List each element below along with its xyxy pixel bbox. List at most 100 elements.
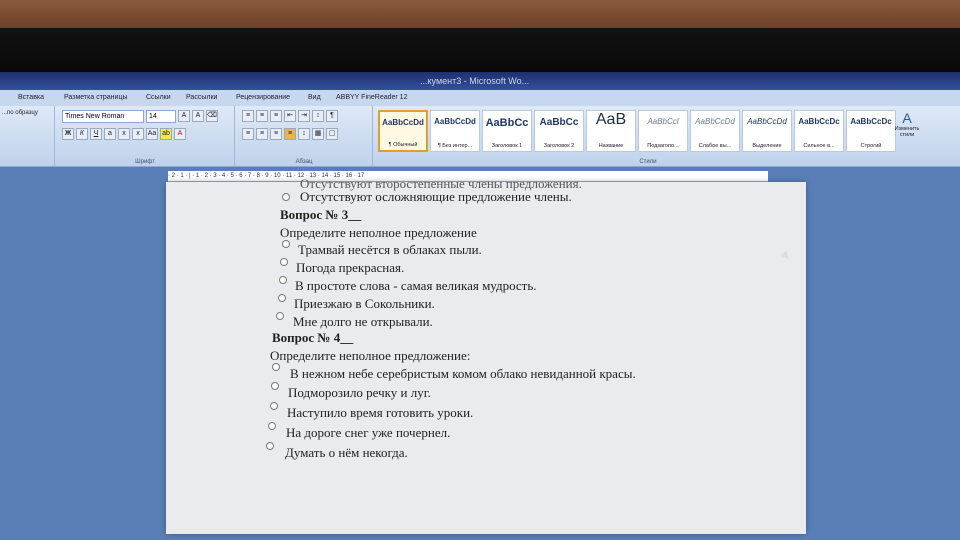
ribbon-tabs: Вставка Разметка страницы Ссылки Рассылк…	[0, 90, 960, 106]
change-styles-icon: A	[902, 110, 912, 126]
radio-button[interactable]	[279, 276, 287, 284]
style-label: Название	[598, 143, 624, 149]
paragraph-group: ≡ ≡ ≡ ⇤ ⇥ ↕ ¶ ≡ ≡ ≡ ≡ ↕ ▦ ▢ Абзац	[236, 106, 373, 166]
clear-format-icon[interactable]: ⌫	[206, 110, 218, 122]
show-marks-icon[interactable]: ¶	[326, 110, 338, 122]
option-text: В нежном небе серебристым комом облако н…	[290, 366, 636, 381]
option-text: Подморозило речку и луг.	[288, 385, 431, 400]
underline-icon[interactable]: Ч	[90, 128, 102, 140]
window-title: ...кумент3 - Microsoft Wo...	[420, 76, 530, 86]
align-left-icon[interactable]: ≡	[242, 128, 254, 140]
radio-button[interactable]	[280, 258, 288, 266]
ribbon: ...по образцу Times New Roman 14 A A ⌫ Ж…	[0, 106, 960, 167]
font-color-icon[interactable]: A	[174, 128, 186, 140]
styles-gallery: AaBbCcDd ¶ Обычный AaBbCcDd ¶ Без интер.…	[378, 110, 896, 152]
style-sample: AaBbCc	[539, 117, 579, 128]
style-sample: AaBbCcDd	[747, 117, 787, 126]
superscript-icon[interactable]: x	[132, 128, 144, 140]
tab-view[interactable]: Вид	[308, 90, 321, 106]
option-text: На дороге снег уже почернел.	[286, 425, 451, 440]
style-sample: AaBbCc	[485, 117, 529, 129]
radio-button[interactable]	[282, 193, 290, 201]
style-strong[interactable]: AaBbCcDc Строгий	[846, 110, 896, 152]
numbering-icon[interactable]: ≡	[256, 110, 268, 122]
radio-button[interactable]	[282, 240, 290, 248]
style-heading-1[interactable]: AaBbCc Заголовок 1	[482, 110, 532, 152]
option-text: В простоте слова - самая великая мудрост…	[295, 278, 537, 293]
tab-page-layout[interactable]: Разметка страницы	[64, 90, 128, 106]
tab-abbyy[interactable]: ABBYY FineReader 12	[336, 90, 407, 106]
subscript-icon[interactable]: x	[118, 128, 130, 140]
option-text: Приезжаю в Сокольники.	[294, 296, 435, 311]
title-bar: ...кумент3 - Microsoft Wo...	[0, 72, 960, 90]
format-painter-button[interactable]: ...по образцу	[2, 110, 38, 116]
style-sample: AaBbCcDc	[850, 117, 892, 126]
highlight-icon[interactable]: ab	[160, 128, 172, 140]
increase-indent-icon[interactable]: ⇥	[298, 110, 310, 122]
font-group-caption: Шрифт	[135, 159, 155, 165]
style-intense-emphasis[interactable]: AaBbCcDc Сильное в...	[794, 110, 844, 152]
shading-icon[interactable]: ▦	[312, 128, 324, 140]
borders-icon[interactable]: ▢	[326, 128, 338, 140]
style-normal[interactable]: AaBbCcDd ¶ Обычный	[378, 110, 428, 152]
tab-review[interactable]: Рецензирование	[236, 90, 290, 106]
style-label: ¶ Обычный	[388, 142, 418, 148]
style-label: Строгий	[860, 143, 882, 149]
option-text: Трамвай несётся в облаках пыли.	[298, 242, 482, 257]
strikethrough-icon[interactable]: a	[104, 128, 116, 140]
bold-icon[interactable]: Ж	[62, 128, 74, 140]
radio-button[interactable]	[272, 363, 280, 371]
shrink-font-icon[interactable]: A	[192, 110, 204, 122]
style-subtle-emphasis[interactable]: AaBbCcDd Слабое вы...	[690, 110, 740, 152]
line-spacing-icon[interactable]: ↕	[298, 128, 310, 140]
bullets-icon[interactable]: ≡	[242, 110, 254, 122]
option-text: Погода прекрасная.	[296, 260, 405, 275]
align-right-icon[interactable]: ≡	[270, 128, 282, 140]
style-title[interactable]: AaB Название	[586, 110, 636, 152]
tab-insert[interactable]: Вставка	[18, 90, 44, 106]
style-label: Заголовок 2	[543, 143, 575, 149]
justify-icon[interactable]: ≡	[284, 128, 296, 140]
style-heading-2[interactable]: AaBbCc Заголовок 2	[534, 110, 584, 152]
italic-icon[interactable]: К	[76, 128, 88, 140]
question-3-prompt: Определите неполное предложение	[280, 225, 477, 240]
decrease-indent-icon[interactable]: ⇤	[284, 110, 296, 122]
background-wall	[0, 0, 960, 30]
screen: ...кумент3 - Microsoft Wo... Вставка Раз…	[0, 72, 960, 540]
question-3-title: Вопрос № 3__	[280, 207, 362, 222]
change-styles-button[interactable]: A Изменить стили	[890, 110, 924, 158]
tab-mailings[interactable]: Рассылки	[186, 90, 217, 106]
style-sample: AaBbCcDd	[695, 117, 735, 126]
radio-button[interactable]	[268, 422, 276, 430]
paragraph-group-caption: Абзац	[295, 159, 313, 165]
question-4-title: Вопрос № 4__	[272, 330, 354, 345]
font-name-select[interactable]: Times New Roman	[62, 110, 144, 123]
style-emphasis[interactable]: AaBbCcDd Выделение	[742, 110, 792, 152]
grow-font-icon[interactable]: A	[178, 110, 190, 122]
radio-button[interactable]	[266, 442, 274, 450]
style-no-spacing[interactable]: AaBbCcDd ¶ Без интер...	[430, 110, 480, 152]
radio-button[interactable]	[278, 294, 286, 302]
style-label: Слабое вы...	[698, 143, 732, 149]
font-group: Times New Roman 14 A A ⌫ Ж К Ч a x x Aa …	[56, 106, 235, 166]
style-label: Заголовок 1	[491, 143, 523, 149]
style-subtitle[interactable]: AaBbCcl Подзаголо...	[638, 110, 688, 152]
change-case-icon[interactable]: Aa	[146, 128, 158, 140]
clipboard-group: ...по образцу	[0, 106, 55, 166]
change-styles-label: Изменить стили	[894, 126, 920, 138]
style-sample: AaBbCcl	[647, 117, 679, 126]
radio-button[interactable]	[276, 312, 284, 320]
sort-icon[interactable]: ↕	[312, 110, 324, 122]
option-text: Мне долго не открывали.	[293, 314, 433, 329]
style-sample: AaBbCcDd	[434, 117, 476, 126]
option-text: Думать о нём некогда.	[285, 445, 408, 460]
style-label: ¶ Без интер...	[437, 143, 473, 149]
radio-button[interactable]	[271, 382, 279, 390]
document-page: Отсутствуют второстепенные члены предлож…	[166, 176, 806, 534]
multilevel-list-icon[interactable]: ≡	[270, 110, 282, 122]
align-center-icon[interactable]: ≡	[256, 128, 268, 140]
font-size-select[interactable]: 14	[146, 110, 176, 123]
style-label: Сильное в...	[803, 143, 835, 149]
tab-references[interactable]: Ссылки	[146, 90, 171, 106]
radio-button[interactable]	[270, 402, 278, 410]
